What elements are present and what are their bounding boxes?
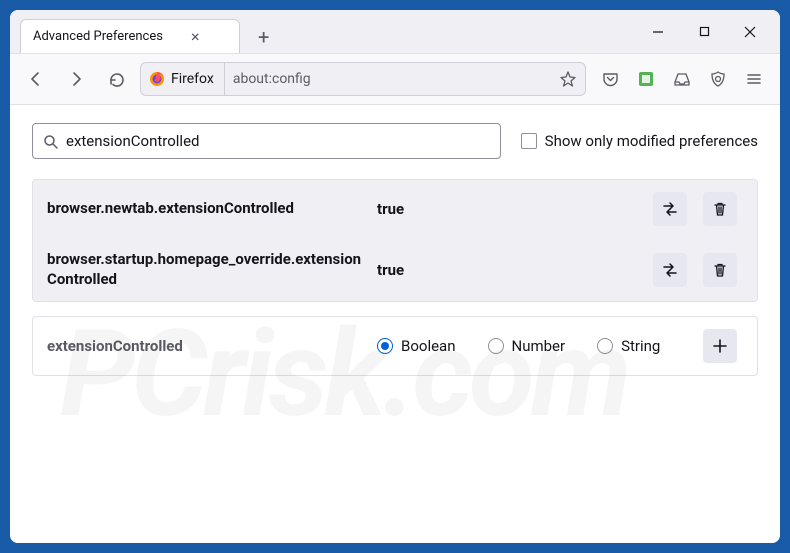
delete-button[interactable]	[703, 192, 737, 226]
trash-icon	[712, 262, 728, 278]
extension-icon[interactable]	[630, 63, 662, 95]
type-number-radio[interactable]: Number	[488, 337, 566, 355]
type-label: Number	[512, 337, 566, 355]
pref-row[interactable]: browser.newtab.extensionControlled true	[33, 180, 757, 238]
firefox-icon	[149, 71, 165, 87]
forward-button[interactable]	[60, 63, 92, 95]
pref-name: browser.newtab.extensionControlled	[47, 199, 367, 219]
show-modified-toggle[interactable]: Show only modified preferences	[521, 132, 758, 150]
shield-icon[interactable]	[702, 63, 734, 95]
titlebar: Advanced Preferences × +	[10, 10, 780, 54]
toggle-arrows-icon	[661, 261, 679, 279]
pref-name: browser.startup.homepage_override.extens…	[47, 250, 367, 289]
window-controls	[628, 17, 780, 47]
back-button[interactable]	[20, 63, 52, 95]
radio-icon	[488, 338, 504, 354]
identity-label: Firefox	[171, 71, 214, 87]
toggle-arrows-icon	[661, 200, 679, 218]
type-options: Boolean Number String	[377, 337, 693, 355]
type-label: String	[621, 337, 660, 355]
show-modified-label: Show only modified preferences	[545, 132, 758, 150]
type-boolean-radio[interactable]: Boolean	[377, 337, 456, 355]
close-window-button[interactable]	[730, 17, 770, 47]
add-button[interactable]	[703, 329, 737, 363]
hamburger-menu-icon[interactable]	[738, 63, 770, 95]
maximize-button[interactable]	[684, 17, 724, 47]
add-pref-row: extensionControlled Boolean Number Strin…	[32, 316, 758, 376]
browser-window: Advanced Preferences × +	[10, 10, 780, 543]
type-label: Boolean	[401, 337, 456, 355]
url-text: about:config	[233, 71, 551, 87]
nav-toolbar: Firefox about:config	[10, 54, 780, 105]
close-tab-icon[interactable]: ×	[191, 29, 200, 45]
add-pref-name: extensionControlled	[47, 337, 367, 355]
checkbox-icon[interactable]	[521, 133, 537, 149]
search-row: Show only modified preferences	[32, 123, 758, 159]
prefs-table: browser.newtab.extensionControlled true …	[32, 179, 758, 302]
pref-value: true	[377, 261, 643, 279]
pref-row[interactable]: browser.startup.homepage_override.extens…	[33, 238, 757, 301]
radio-icon	[377, 338, 393, 354]
type-string-radio[interactable]: String	[597, 337, 660, 355]
tab-title: Advanced Preferences	[33, 29, 163, 44]
search-icon	[43, 134, 58, 149]
bookmark-star-icon[interactable]	[559, 70, 577, 88]
search-input[interactable]	[66, 132, 490, 150]
reload-button[interactable]	[100, 63, 132, 95]
new-tab-button[interactable]: +	[250, 21, 277, 53]
delete-button[interactable]	[703, 253, 737, 287]
tab-strip: Advanced Preferences × +	[10, 10, 628, 53]
pref-value: true	[377, 200, 643, 218]
toggle-button[interactable]	[653, 253, 687, 287]
toggle-button[interactable]	[653, 192, 687, 226]
pocket-icon[interactable]	[594, 63, 626, 95]
address-bar[interactable]: Firefox about:config	[140, 62, 586, 96]
toolbar-icons	[594, 63, 770, 95]
identity-box[interactable]: Firefox	[149, 63, 225, 95]
tab-active[interactable]: Advanced Preferences ×	[20, 19, 240, 53]
plus-icon	[712, 338, 728, 354]
inbox-icon[interactable]	[666, 63, 698, 95]
radio-icon	[597, 338, 613, 354]
about-config-content: PCrisk.com Show only modified preference…	[10, 105, 780, 543]
trash-icon	[712, 201, 728, 217]
search-box[interactable]	[32, 123, 501, 159]
minimize-button[interactable]	[638, 17, 678, 47]
